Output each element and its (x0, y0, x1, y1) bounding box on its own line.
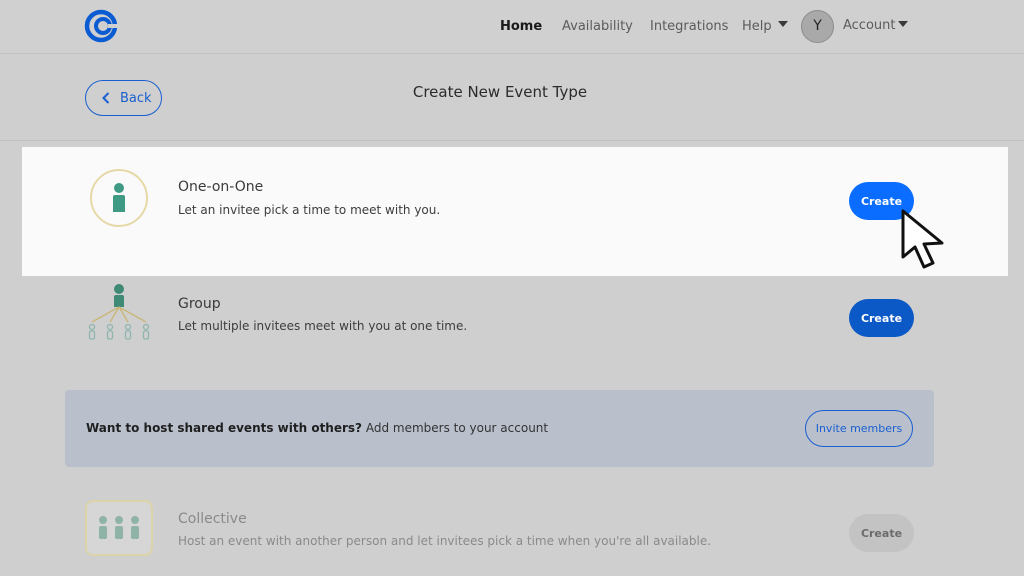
event-type-description: Let an invitee pick a time to meet with … (178, 203, 441, 217)
nav-availability-link[interactable]: Availability (562, 19, 633, 34)
person-icon (90, 169, 148, 227)
invite-banner-text: Want to host shared events with others? … (86, 421, 548, 435)
create-collective-button[interactable]: Create (849, 514, 914, 552)
create-group-button[interactable]: Create (849, 299, 914, 337)
nav-integrations-link[interactable]: Integrations (650, 19, 728, 34)
invite-members-button[interactable]: Invite members (805, 410, 913, 447)
avatar[interactable]: Y (801, 10, 834, 43)
top-navigation: Home Availability Integrations Help Y Ac… (0, 0, 1024, 54)
nav-home-link[interactable]: Home (500, 19, 542, 34)
group-tree-icon (88, 284, 150, 340)
invite-banner-body: Add members to your account (362, 421, 549, 435)
invite-banner-bold: Want to host shared events with others? (86, 421, 363, 435)
event-type-title: Collective (178, 511, 247, 527)
event-type-title: Group (178, 296, 221, 312)
team-icon (85, 500, 153, 556)
nav-help-link[interactable]: Help (742, 19, 772, 34)
event-type-title: One-on-One (178, 179, 264, 195)
page-title: Create New Event Type (412, 83, 588, 101)
event-type-description: Let multiple invitees meet with you at o… (178, 319, 468, 333)
chevron-down-icon[interactable] (778, 21, 788, 28)
nav-account-menu[interactable]: Account (843, 18, 896, 33)
chevron-down-icon[interactable] (898, 21, 908, 28)
mouse-cursor-icon (901, 209, 944, 269)
event-type-description: Host an event with another person and le… (178, 534, 712, 548)
calendly-logo-icon[interactable] (84, 9, 118, 43)
